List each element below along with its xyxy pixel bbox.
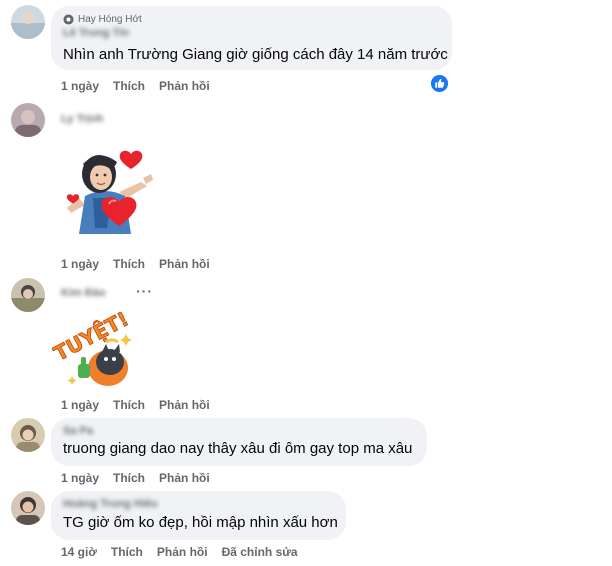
like-button[interactable]: Thích [113, 257, 145, 271]
fan-badge-label: Hay Hóng Hớt [78, 13, 142, 25]
comment-text: truong giang dao nay thây xâu đi ôm gay … [63, 440, 413, 457]
tuyet-sticker: TUYỆT! [49, 312, 133, 386]
fan-badge: Hay Hóng Hớt [63, 12, 440, 26]
comment-time[interactable]: 1 ngày [61, 257, 99, 271]
comment-actions: 14 giờ Thích Phản hồi Đã chỉnh sửa [61, 545, 298, 559]
comment-time[interactable]: 1 ngày [61, 79, 99, 93]
comment-author[interactable]: Kim Đào [61, 287, 106, 299]
avatar[interactable] [11, 103, 45, 137]
like-icon[interactable] [430, 74, 449, 93]
comment-time[interactable]: 14 giờ [61, 545, 97, 559]
fan-badge-icon [63, 13, 74, 25]
comment-text: TG giờ ốm ko đẹp, hồi mập nhìn xấu hơn [63, 514, 338, 531]
comment-bubble: Hay Hóng Hớt Lê Trung Tín Nhìn anh Trườn… [51, 6, 452, 70]
more-options-button[interactable]: ··· [136, 283, 153, 299]
like-button[interactable]: Thích [111, 545, 143, 559]
comment-text: Nhìn anh Trường Giang giờ giống cách đây… [63, 46, 448, 63]
avatar[interactable] [11, 491, 45, 525]
comment-author[interactable]: Hoàng Trung Hiếu [63, 497, 334, 511]
comment-actions: 1 ngày Thích Phản hồi [61, 398, 210, 412]
comment-bubble: Hoàng Trung Hiếu TG giờ ốm ko đẹp, hồi m… [51, 491, 346, 540]
comment-time[interactable]: 1 ngày [61, 398, 99, 412]
avatar[interactable] [11, 5, 45, 39]
comment-bubble: Sa Pa truong giang dao nay thây xâu đi ô… [51, 418, 427, 466]
reply-button[interactable]: Phản hồi [159, 257, 210, 271]
like-button[interactable]: Thích [113, 398, 145, 412]
comment-author[interactable]: Ly Trịnh [61, 113, 103, 125]
comment-actions: 1 ngày Thích Phản hồi [61, 257, 210, 271]
reply-button[interactable]: Phản hồi [159, 79, 210, 93]
comment-author[interactable]: Lê Trung Tín [63, 26, 440, 40]
comment-time[interactable]: 1 ngày [61, 471, 99, 485]
edited-label: Đã chỉnh sửa [221, 545, 298, 559]
like-button[interactable]: Thích [113, 471, 145, 485]
reply-button[interactable]: Phản hồi [159, 471, 210, 485]
comment-actions: 1 ngày Thích Phản hồi [61, 471, 210, 485]
comment-author[interactable]: Sa Pa [63, 424, 415, 438]
avatar[interactable] [11, 278, 45, 312]
reply-button[interactable]: Phản hồi [157, 545, 208, 559]
avatar-hearts-sticker [66, 150, 153, 234]
avatar[interactable] [11, 418, 45, 452]
reply-button[interactable]: Phản hồi [159, 398, 210, 412]
comment-actions: 1 ngày Thích Phản hồi [61, 79, 210, 93]
like-button[interactable]: Thích [113, 79, 145, 93]
